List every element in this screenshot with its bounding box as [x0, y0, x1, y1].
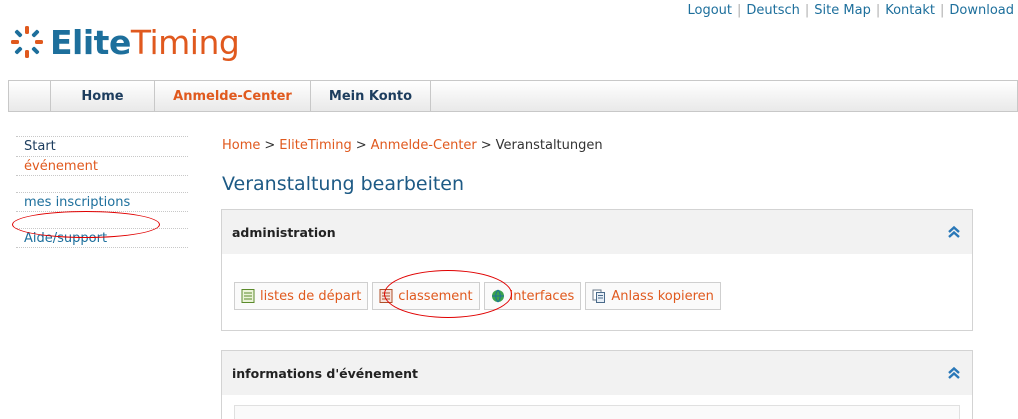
breadcrumb-current: Veranstaltungen [495, 138, 603, 153]
breadcrumb-home[interactable]: Home [222, 138, 260, 153]
listes-de-depart-button[interactable]: listes de départ [234, 282, 369, 310]
double-chevron-up-icon[interactable] [946, 224, 962, 240]
logo-word-elite: Elite [50, 22, 131, 62]
top-links: Logout | Deutsch | Site Map | Kontakt | … [687, 3, 1014, 18]
logo-sunburst-icon [11, 26, 43, 58]
content-strip [234, 405, 960, 419]
sitemap-link[interactable]: Site Map [814, 3, 871, 18]
button-label: listes de départ [260, 288, 362, 304]
panel-header: administration [222, 210, 972, 254]
list-icon [241, 289, 255, 303]
copy-icon [592, 289, 606, 303]
administration-panel: administration listes de départ classeme… [221, 209, 973, 331]
classement-button[interactable]: classement [372, 282, 480, 310]
sidebar-item-evenement[interactable]: événement [16, 156, 188, 176]
logo-text: EliteTiming [50, 22, 240, 62]
elite-timing-logo[interactable]: EliteTiming [10, 20, 240, 64]
breadcrumb-separator: > [264, 138, 276, 153]
event-info-panel: informations d'événement [221, 350, 973, 419]
panel-title: informations d'événement [232, 365, 419, 381]
breadcrumb-anmelde-center[interactable]: Anmelde-Center [371, 138, 477, 153]
button-label: interfaces [509, 288, 575, 304]
breadcrumb-elitetiming[interactable]: EliteTiming [279, 138, 351, 153]
panel-header: informations d'événement [222, 351, 972, 395]
logout-link[interactable]: Logout [687, 3, 732, 18]
globe-icon [491, 289, 504, 303]
button-label: classement [398, 288, 473, 304]
breadcrumb: Home > EliteTiming > Anmelde-Center > Veransta… [222, 138, 603, 153]
nav-spacer [9, 81, 51, 111]
language-link[interactable]: Deutsch [746, 3, 800, 18]
tab-home[interactable]: Home [51, 81, 155, 111]
panel-title: administration [232, 224, 336, 240]
double-chevron-up-icon[interactable] [946, 365, 962, 381]
download-link[interactable]: Download [949, 3, 1014, 18]
separator: | [875, 3, 881, 18]
button-label: Anlass kopieren [611, 288, 714, 304]
panel-body: listes de départ classement interfaces A… [222, 254, 972, 310]
separator: | [939, 3, 945, 18]
anlass-kopieren-button[interactable]: Anlass kopieren [585, 282, 721, 310]
contact-link[interactable]: Kontakt [885, 3, 935, 18]
sidebar-item-start[interactable]: Start [16, 136, 188, 156]
separator: | [804, 3, 810, 18]
sidebar-item-aide-support[interactable]: Aide/support [16, 228, 188, 248]
logo-word-timing: Timing [130, 22, 240, 62]
sidebar-item-mes-inscriptions[interactable]: mes inscriptions [16, 192, 188, 212]
breadcrumb-separator: > [480, 138, 492, 153]
sidebar: Start événement mes inscriptions Aide/su… [16, 136, 188, 248]
tab-anmelde-center[interactable]: Anmelde-Center [155, 81, 311, 111]
tab-mein-konto[interactable]: Mein Konto [311, 81, 431, 111]
main-nav: Home Anmelde-Center Mein Konto [8, 80, 1018, 112]
page-title: Veranstaltung bearbeiten [222, 173, 465, 195]
interfaces-button[interactable]: interfaces [483, 282, 582, 310]
panel-body [222, 395, 972, 419]
separator: | [737, 3, 742, 18]
list-icon [379, 289, 393, 303]
breadcrumb-separator: > [355, 138, 367, 153]
